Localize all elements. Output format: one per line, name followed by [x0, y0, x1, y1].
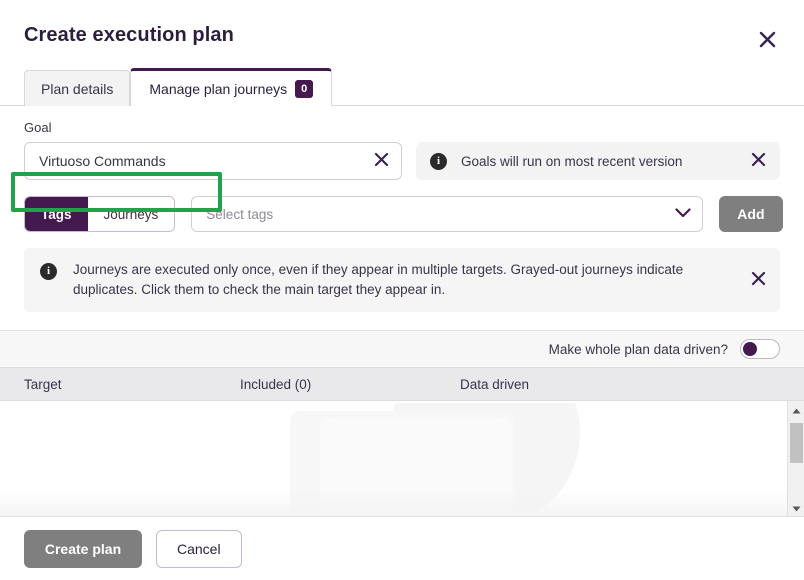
tab-plan-details[interactable]: Plan details [24, 70, 130, 106]
tab-journeys-count-badge: 0 [295, 80, 313, 98]
content-fade [0, 490, 804, 516]
goal-input-wrapper [24, 142, 402, 180]
tag-select[interactable]: Select tags [191, 196, 703, 232]
cancel-button[interactable]: Cancel [156, 530, 242, 568]
create-execution-plan-dialog: Create execution plan Plan details Manag… [0, 0, 804, 580]
tags-row: Tags Journeys Select tags Add [24, 196, 780, 232]
scrollbar-up-button[interactable] [788, 401, 804, 418]
column-header-target: Target [24, 377, 240, 392]
journeys-info-close-button[interactable] [748, 270, 768, 290]
column-header-data-driven: Data driven [460, 377, 780, 392]
dialog-body: Goal i Goals will run on most recent v [0, 106, 804, 516]
info-icon: i [40, 263, 57, 280]
caret-down-icon [792, 499, 801, 517]
version-notice-close-button[interactable] [748, 151, 768, 171]
journeys-info-text: Journeys are executed only once, even if… [73, 260, 732, 300]
goal-label: Goal [24, 120, 780, 135]
tag-select-placeholder: Select tags [206, 207, 273, 222]
clear-icon [374, 152, 389, 170]
dialog-tabs: Plan details Manage plan journeys 0 [0, 66, 804, 106]
version-notice-text: Goals will run on most recent version [461, 154, 734, 169]
data-driven-toggle-bar: Make whole plan data driven? [0, 331, 804, 367]
tags-journeys-segmented-control: Tags Journeys [24, 196, 175, 232]
scrollbar-thumb[interactable] [790, 423, 803, 463]
segment-journeys-button[interactable]: Journeys [88, 197, 175, 231]
dialog-header: Create execution plan [0, 0, 804, 48]
caret-up-icon [792, 401, 801, 419]
add-button[interactable]: Add [719, 196, 782, 232]
goal-input[interactable] [24, 142, 402, 180]
journeys-info-banner: i Journeys are executed only once, even … [24, 248, 780, 312]
toggle-knob [743, 342, 757, 356]
close-icon [759, 31, 776, 48]
close-icon [751, 152, 766, 170]
form-area: Goal i Goals will run on most recent v [0, 106, 804, 312]
close-dialog-button[interactable] [754, 26, 780, 52]
data-driven-toggle[interactable] [740, 339, 780, 359]
close-icon [751, 271, 766, 289]
tab-manage-plan-journeys[interactable]: Manage plan journeys 0 [130, 68, 332, 106]
page-title: Create execution plan [24, 22, 780, 48]
column-header-included: Included (0) [240, 377, 460, 392]
scrollbar-down-button[interactable] [788, 499, 804, 516]
table-scrollbar[interactable] [787, 401, 804, 516]
dialog-footer: Create plan Cancel [0, 516, 804, 580]
tab-plan-details-label: Plan details [41, 81, 113, 97]
goal-row: i Goals will run on most recent version [24, 142, 780, 180]
targets-table-header: Target Included (0) Data driven [0, 367, 804, 401]
targets-table-body [0, 401, 804, 516]
tab-manage-plan-journeys-label: Manage plan journeys [149, 81, 287, 97]
segment-tags-button[interactable]: Tags [25, 197, 88, 231]
info-icon: i [430, 153, 447, 170]
version-notice-banner: i Goals will run on most recent version [416, 142, 780, 180]
goal-clear-button[interactable] [370, 150, 392, 172]
tag-select-wrapper: Select tags [191, 196, 703, 232]
create-plan-button[interactable]: Create plan [24, 530, 142, 568]
data-driven-toggle-label: Make whole plan data driven? [549, 342, 728, 357]
